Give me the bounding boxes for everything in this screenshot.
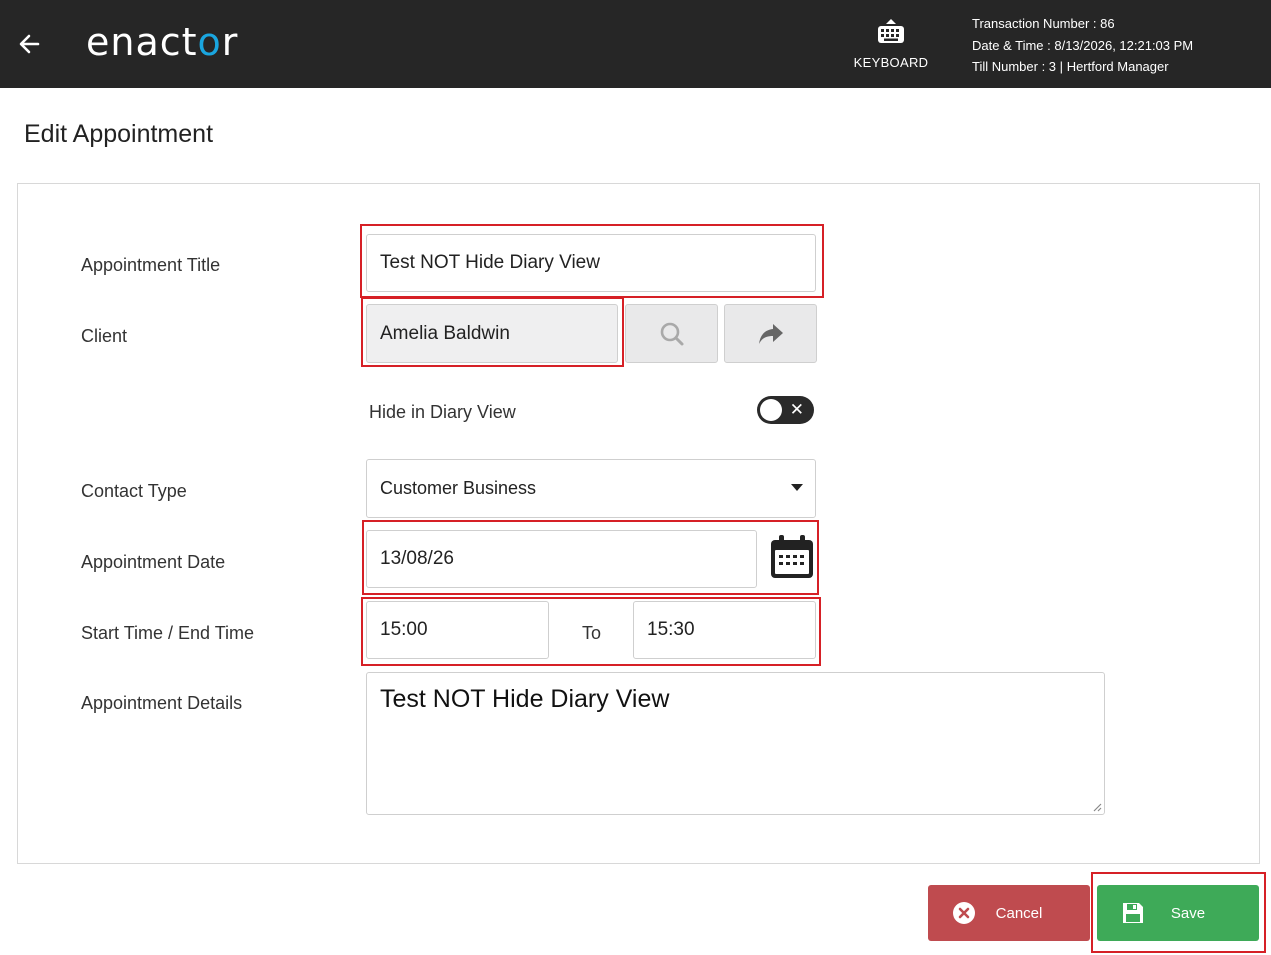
appointment-title-input[interactable]: Test NOT Hide Diary View — [366, 234, 816, 292]
cancel-label: Cancel — [995, 904, 1043, 922]
appointment-date-label: Appointment Date — [81, 552, 226, 572]
till-store: Till Number : 3 | Hertford Manager — [972, 59, 1169, 74]
enactor-logo: enactor — [86, 20, 239, 64]
top-bar: enactor KEYBOARD Transaction Number : 86… — [0, 0, 1271, 88]
appointment-details-textarea[interactable]: Test NOT Hide Diary View — [366, 672, 1105, 815]
contact-type-select[interactable]: Customer Business — [366, 459, 816, 518]
page-title: Edit Appointment — [24, 120, 214, 148]
appointment-details-value: Test NOT Hide Diary View — [380, 685, 670, 713]
keyboard-icon — [878, 19, 904, 43]
search-icon — [660, 322, 683, 345]
time-label: Start Time / End Time — [81, 623, 255, 643]
contact-type-label: Contact Type — [81, 481, 187, 501]
resize-grip-icon[interactable] — [1092, 802, 1102, 812]
client-search-button[interactable] — [625, 304, 718, 363]
transaction-info: Transaction Number : 86 Date & Time : 8/… — [972, 13, 1193, 78]
keyboard-label: KEYBOARD — [853, 55, 929, 70]
end-time-input[interactable]: 15:30 — [633, 601, 816, 659]
start-time-input[interactable]: 15:00 — [366, 601, 549, 659]
share-arrow-icon — [758, 323, 783, 344]
client-input[interactable]: Amelia Baldwin — [366, 304, 618, 363]
hide-in-diary-label: Hide in Diary View — [369, 402, 516, 422]
client-label: Client — [81, 326, 128, 346]
keyboard-button[interactable]: KEYBOARD — [850, 18, 932, 70]
calendar-icon[interactable] — [769, 534, 815, 580]
chevron-down-icon — [791, 484, 803, 491]
close-icon: ✕ — [789, 400, 804, 420]
appointment-date-input[interactable]: 13/08/26 — [366, 530, 757, 588]
appointment-title-label: Appointment Title — [81, 255, 221, 275]
save-button[interactable]: Save — [1097, 885, 1259, 941]
appointment-details-label: Appointment Details — [81, 693, 243, 713]
transaction-number: Transaction Number : 86 — [972, 16, 1115, 31]
to-separator: To — [582, 623, 602, 643]
client-open-button[interactable] — [724, 304, 817, 363]
save-label: Save — [1170, 904, 1206, 922]
contact-type-value: Customer Business — [380, 478, 537, 498]
hide-in-diary-toggle[interactable]: ✕ — [757, 396, 814, 424]
toggle-knob — [760, 399, 782, 421]
date-time: Date & Time : 8/13/2026, 12:21:03 PM — [972, 37, 1194, 53]
back-arrow-icon[interactable] — [16, 30, 44, 58]
cancel-button[interactable]: Cancel — [928, 885, 1090, 941]
